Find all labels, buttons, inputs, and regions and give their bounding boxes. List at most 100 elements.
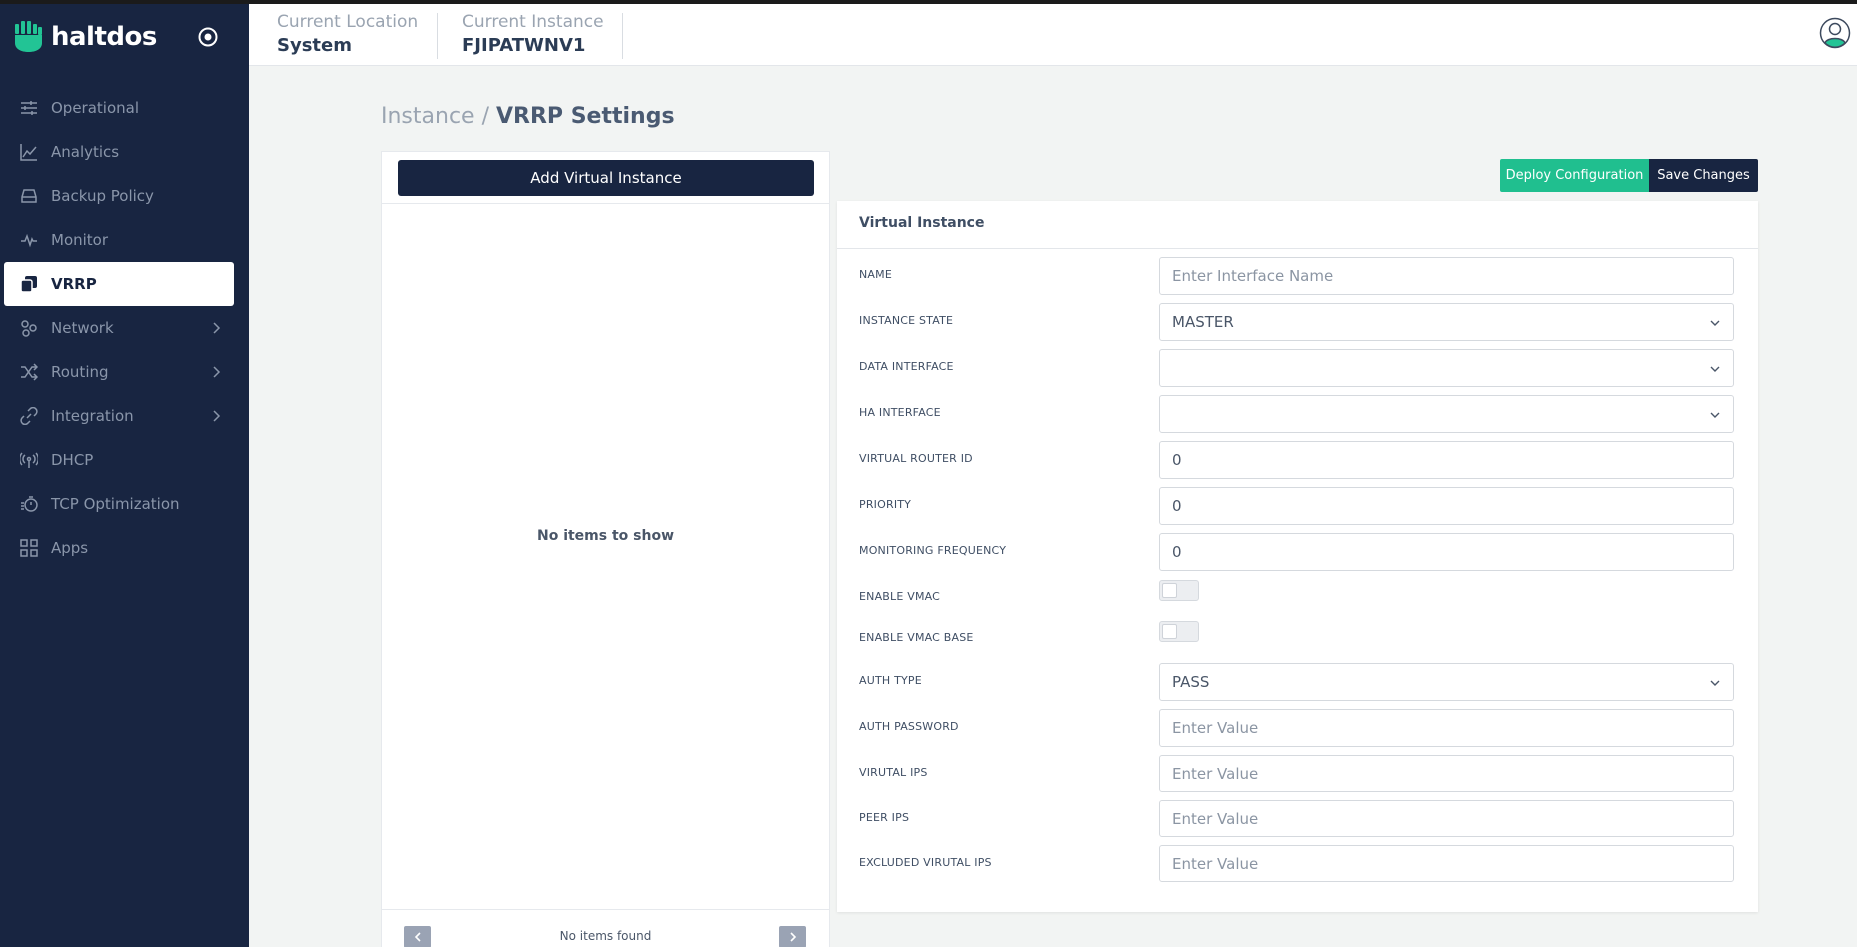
- name-label: NAME: [859, 268, 892, 281]
- sidebar-item-routing[interactable]: Routing: [0, 350, 249, 394]
- breadcrumb: Instance / VRRP Settings: [381, 104, 675, 129]
- sidebar-item-label: DHCP: [51, 451, 94, 469]
- sidebar-item-monitor[interactable]: Monitor: [0, 218, 249, 262]
- sidebar: haltdos Operational Analytics Backup Pol…: [0, 4, 249, 947]
- sidebar-item-label: Routing: [51, 363, 109, 381]
- current-instance-label: Current Instance: [462, 12, 604, 32]
- sidebar-item-tcp-optimization[interactable]: TCP Optimization: [0, 482, 249, 526]
- copy-icon: [20, 276, 37, 293]
- chevron-right-icon: [213, 366, 221, 378]
- panel-footer-divider: [382, 909, 829, 910]
- virtual-router-id-input[interactable]: [1159, 441, 1734, 479]
- enable-vmac-base-toggle[interactable]: [1159, 621, 1199, 642]
- sidebar-item-analytics[interactable]: Analytics: [0, 130, 249, 174]
- save-changes-button[interactable]: Save Changes: [1649, 159, 1758, 192]
- data-interface-label: DATA INTERFACE: [859, 360, 954, 373]
- monitoring-frequency-label: MONITORING FREQUENCY: [859, 544, 1007, 557]
- chevron-right-icon: [213, 322, 221, 334]
- breadcrumb-separator: /: [481, 104, 489, 129]
- instance-state-select[interactable]: MASTER: [1159, 303, 1734, 341]
- header-divider: [622, 13, 623, 59]
- chevron-right-icon: [789, 932, 796, 942]
- top-header: Current Location System Current Instance…: [249, 4, 1857, 66]
- form-divider: [837, 248, 1758, 249]
- instance-state-label: INSTANCE STATE: [859, 314, 954, 327]
- sidebar-item-operational[interactable]: Operational: [0, 86, 249, 130]
- peer-ips-input[interactable]: [1159, 800, 1734, 837]
- empty-state-text: No items to show: [536, 528, 675, 544]
- virtual-instance-form: Virtual Instance NAME INSTANCE STATE MAS…: [837, 201, 1758, 912]
- sidebar-item-label: Integration: [51, 407, 134, 425]
- current-location-value: System: [277, 35, 352, 56]
- peer-ips-label: PEER IPS: [859, 811, 910, 824]
- sidebar-item-backup-policy[interactable]: Backup Policy: [0, 174, 249, 218]
- virtual-instance-list-panel: Add Virtual Instance No items to show No…: [381, 151, 830, 947]
- network-icon: [21, 320, 37, 337]
- chevron-right-icon: [213, 410, 221, 422]
- chevron-down-icon: [1710, 320, 1720, 326]
- enable-vmac-base-label: ENABLE VMAC BASE: [859, 631, 974, 644]
- sidebar-item-vrrp[interactable]: VRRP: [4, 262, 234, 306]
- toggle-knob: [1162, 583, 1177, 598]
- data-interface-select[interactable]: [1159, 349, 1734, 387]
- grid-icon: [20, 539, 38, 557]
- shuffle-icon: [21, 363, 38, 381]
- pulse-icon: [21, 233, 37, 248]
- stopwatch-icon: [21, 496, 38, 512]
- enable-vmac-toggle[interactable]: [1159, 580, 1199, 601]
- current-location[interactable]: Current Location System: [277, 12, 418, 56]
- current-instance[interactable]: Current Instance FJIPATWNV1: [462, 12, 604, 56]
- broadcast-icon: [20, 452, 38, 468]
- sidebar-item-label: Network: [51, 319, 114, 337]
- sidebar-item-apps[interactable]: Apps: [0, 526, 249, 570]
- excluded-virtual-ips-input[interactable]: [1159, 845, 1734, 882]
- target-icon[interactable]: [197, 26, 219, 48]
- chevron-down-icon: [1710, 366, 1720, 372]
- instance-state-value: MASTER: [1172, 313, 1234, 331]
- brand[interactable]: haltdos: [14, 21, 157, 53]
- sliders-icon: [21, 101, 37, 115]
- sidebar-item-label: Apps: [51, 539, 89, 557]
- brand-name: haltdos: [51, 22, 157, 52]
- pagination-status: No items found: [559, 929, 652, 943]
- sidebar-item-label: Monitor: [51, 231, 109, 249]
- line-chart-icon: [20, 144, 37, 161]
- current-location-label: Current Location: [277, 12, 419, 32]
- chevron-down-icon: [1710, 412, 1720, 418]
- sidebar-item-label: Analytics: [51, 143, 120, 161]
- auth-type-value: PASS: [1172, 673, 1210, 691]
- link-icon: [20, 407, 38, 425]
- priority-input[interactable]: [1159, 487, 1734, 525]
- sidebar-item-network[interactable]: Network: [0, 306, 249, 350]
- breadcrumb-parent[interactable]: Instance: [381, 104, 475, 129]
- sidebar-item-dhcp[interactable]: DHCP: [0, 438, 249, 482]
- auth-password-input[interactable]: [1159, 709, 1734, 747]
- user-avatar-icon[interactable]: [1819, 17, 1851, 49]
- add-virtual-instance-button[interactable]: Add Virtual Instance: [398, 160, 814, 196]
- chevron-down-icon: [1710, 680, 1720, 686]
- auth-type-select[interactable]: PASS: [1159, 663, 1734, 701]
- virtual-ips-input[interactable]: [1159, 755, 1734, 792]
- enable-vmac-label: ENABLE VMAC: [859, 590, 941, 603]
- haltdos-logo-icon: [15, 21, 42, 52]
- sidebar-item-label: Operational: [51, 99, 140, 117]
- current-instance-value: FJIPATWNV1: [462, 35, 586, 56]
- virtual-ips-label: VIRUTAL IPS: [859, 766, 928, 779]
- sidebar-item-integration[interactable]: Integration: [0, 394, 249, 438]
- monitoring-frequency-input[interactable]: [1159, 533, 1734, 571]
- name-input[interactable]: [1159, 257, 1734, 295]
- virtual-router-id-label: VIRTUAL ROUTER ID: [859, 452, 973, 465]
- toggle-knob: [1162, 624, 1177, 639]
- auth-password-label: AUTH PASSWORD: [859, 720, 959, 733]
- sidebar-item-label: TCP Optimization: [51, 495, 180, 513]
- ha-interface-select[interactable]: [1159, 395, 1734, 433]
- deploy-configuration-button[interactable]: Deploy Configuration: [1500, 159, 1649, 192]
- drive-icon: [21, 189, 37, 203]
- excluded-virtual-ips-label: EXCLUDED VIRUTAL IPS: [859, 856, 992, 869]
- header-divider: [437, 13, 438, 59]
- sidebar-item-label: VRRP: [51, 275, 97, 293]
- auth-type-label: AUTH TYPE: [859, 674, 922, 687]
- form-title: Virtual Instance: [859, 215, 985, 231]
- pagination-next-button[interactable]: [779, 926, 806, 947]
- breadcrumb-current: VRRP Settings: [496, 104, 675, 129]
